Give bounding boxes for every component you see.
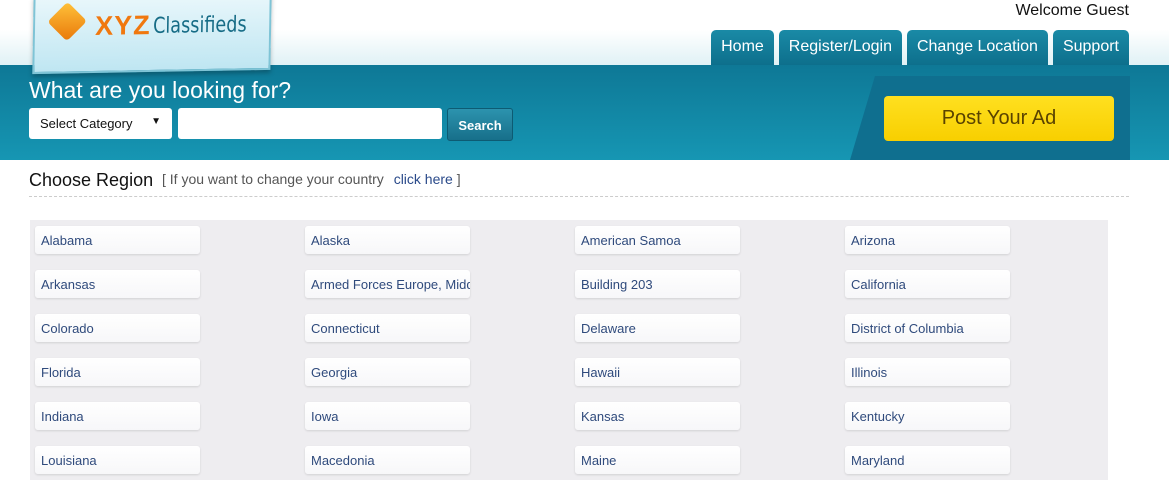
choose-region-title: Choose Region <box>29 170 154 190</box>
welcome-text: Welcome Guest <box>1015 2 1129 19</box>
region-item[interactable]: California <box>845 270 1010 298</box>
hint-text: [ If you want to change your country <box>162 171 384 187</box>
category-select-value: Select Category <box>40 116 133 131</box>
region-list: Alabama Alaska American Samoa Arizona Arkans… <box>30 220 1108 480</box>
region-item[interactable]: Illinois <box>845 358 1010 386</box>
change-country-link[interactable]: click here <box>394 171 453 187</box>
region-item[interactable]: Louisiana <box>35 446 200 474</box>
chevron-down-icon: ▼ <box>151 116 161 127</box>
change-country-hint: [ If you want to change your country cli… <box>162 171 461 187</box>
search-button[interactable]: Search <box>447 108 513 141</box>
region-item[interactable]: Florida <box>35 358 200 386</box>
logo-icon <box>47 1 87 42</box>
region-item[interactable]: Iowa <box>305 402 470 430</box>
region-item[interactable]: Alabama <box>35 226 200 254</box>
divider <box>29 196 1129 197</box>
region-item[interactable]: Building 203 <box>575 270 740 298</box>
nav-support[interactable]: Support <box>1052 30 1129 65</box>
nav-home[interactable]: Home <box>711 30 774 65</box>
category-select[interactable]: Select Category ▼ <box>29 108 172 139</box>
search-heading: What are you looking for? <box>29 77 292 103</box>
site-logo[interactable]: XYZ Classifieds <box>32 0 272 75</box>
region-item[interactable]: Colorado <box>35 314 200 342</box>
post-ad-button[interactable]: Post Your Ad <box>884 96 1114 141</box>
region-item[interactable]: Connecticut <box>305 314 470 342</box>
region-item[interactable]: Kansas <box>575 402 740 430</box>
region-item[interactable]: Delaware <box>575 314 740 342</box>
logo-text-bold: XYZ <box>94 10 151 41</box>
region-item[interactable]: Kentucky <box>845 402 1010 430</box>
main-nav: Home Register/Login Change Location Supp… <box>711 30 1129 65</box>
search-input[interactable] <box>178 108 442 139</box>
region-item[interactable]: Arizona <box>845 226 1010 254</box>
region-item[interactable]: Maine <box>575 446 740 474</box>
region-item[interactable]: Macedonia <box>305 446 470 474</box>
region-item[interactable]: Armed Forces Europe, Middle East, & Cana… <box>305 270 470 298</box>
region-item[interactable]: American Samoa <box>575 226 740 254</box>
region-item[interactable]: Hawaii <box>575 358 740 386</box>
hint-close: ] <box>456 171 461 187</box>
region-item[interactable]: Georgia <box>305 358 470 386</box>
nav-register-login[interactable]: Register/Login <box>778 30 902 65</box>
search-band: What are you looking for? Select Categor… <box>0 65 1169 160</box>
logo-text: Classifieds <box>152 12 247 39</box>
region-item[interactable]: Maryland <box>845 446 1010 474</box>
region-item[interactable]: Arkansas <box>35 270 200 298</box>
region-item[interactable]: Indiana <box>35 402 200 430</box>
region-item[interactable]: Alaska <box>305 226 470 254</box>
region-item[interactable]: District of Columbia <box>845 314 1010 342</box>
nav-change-location[interactable]: Change Location <box>906 30 1048 65</box>
